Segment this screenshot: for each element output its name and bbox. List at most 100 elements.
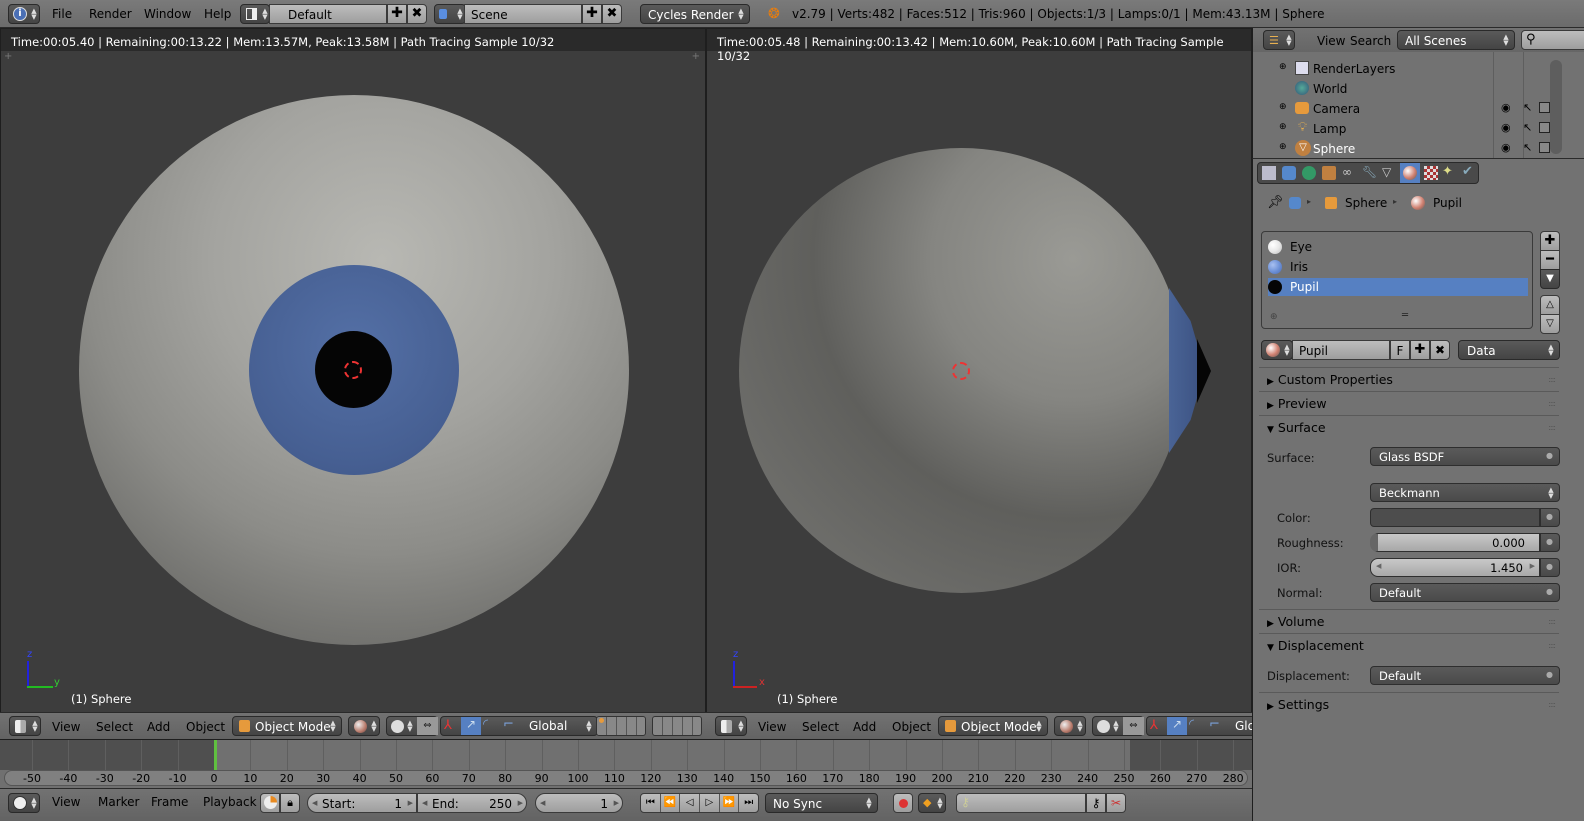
display-mode-select[interactable]: All Scenes ▲ ▼ [1397,30,1515,50]
unlink-material-button[interactable]: ✖ [1430,340,1450,360]
shading-select[interactable]: ▲ ▼ [1054,716,1086,736]
drag-grip-icon[interactable]: :::: [1548,423,1556,432]
jump-keyframe-back-button[interactable]: ⏪ [661,794,681,812]
drag-grip-icon[interactable]: :::: [1548,617,1556,626]
new-material-button[interactable]: ✚ [1410,340,1430,360]
scene-add-button[interactable]: ✚ [582,4,602,24]
translate-manipulator-icon[interactable]: ↗ [1167,717,1187,735]
drag-grip-icon[interactable]: :::: [1548,641,1556,650]
manipulator-toggle-icon[interactable]: ⇔ [417,717,438,735]
outliner-item-sphere[interactable]: ⊕ ▽ Sphere ◉ ↖ [1253,139,1550,159]
menu-window[interactable]: Window [144,7,191,21]
frame-cursor[interactable] [214,740,217,770]
color-socket-button[interactable]: ● [1540,508,1560,527]
mode-select[interactable]: Object Mode ▲ ▼ [938,716,1048,736]
outliner-item-world[interactable]: World [1253,79,1543,99]
material-slot-pupil[interactable]: Pupil [1268,278,1528,296]
pin-icon[interactable]: 📌︎ [1267,195,1284,210]
orientation-label[interactable]: Glo [1235,719,1252,733]
keying-mode-select[interactable]: ◆ ▲ ▼ [918,793,946,813]
menu-render[interactable]: Render [89,7,132,21]
manipulator-toggle-icon[interactable]: ⇔ [1123,717,1144,735]
orientation-label[interactable]: Global [529,719,567,733]
layout-browse-button[interactable]: ▲ ▼ [240,4,270,24]
fake-user-button[interactable]: F [1390,340,1410,360]
roughness-slider[interactable]: 0.000 [1370,533,1540,552]
menu-view[interactable]: View [52,795,80,809]
cursor-select-icon[interactable]: ↖ [1523,101,1532,114]
tab-particles[interactable]: ✦ [1442,164,1453,179]
outliner-search-input[interactable]: ⚲ [1521,30,1584,50]
rotate-manipulator-icon[interactable]: ◜ [483,717,488,732]
preview-range-toggle[interactable] [260,793,280,813]
menu-add[interactable]: Add [147,720,170,734]
layers-grid-1[interactable] [596,716,646,736]
manipulator-axes-icon[interactable]: ⅄ [1150,718,1158,733]
cursor-select-icon[interactable]: ↖ [1523,141,1532,154]
timeline[interactable]: -50 -40 -30 -20 -10 0 10 20 30 40 50 60 70 80 90 100 110… [0,740,1252,790]
scene-browse-button[interactable]: ▲ ▼ [434,4,466,24]
delete-keyframe-button[interactable]: ✂ [1106,793,1126,813]
render-icon[interactable] [1539,142,1550,153]
editor-type-button[interactable]: ▲ ▼ [715,716,747,736]
roughness-socket-button[interactable]: ● [1540,533,1560,552]
scale-manipulator-icon[interactable]: ⌐ [503,717,514,732]
outliner-item-camera[interactable]: ⊕ Camera ◉ ↖ [1253,99,1550,119]
tab-render-layers[interactable] [1262,166,1276,180]
material-browse-button[interactable]: ▲ ▼ [1261,340,1293,360]
translate-manipulator-icon[interactable]: ↗ [461,717,481,735]
menu-object[interactable]: Object [892,720,931,734]
tab-scene[interactable] [1282,166,1296,180]
menu-frame[interactable]: Frame [151,795,188,809]
material-link-select[interactable]: Data ▲ ▼ [1458,340,1560,360]
viewport-right[interactable]: Time:00:05.48 | Remaining:00:13.42 | Mem… [706,28,1252,740]
render-icon[interactable] [1539,102,1550,113]
outliner-item-renderlayers[interactable]: ⊕ RenderLayers [1253,59,1543,79]
mode-select[interactable]: Object Mode ▲ ▼ [232,716,342,736]
menu-object[interactable]: Object [186,720,225,734]
panel-settings[interactable]: ▶ Settings :::: [1259,692,1559,714]
list-resize-handle[interactable]: ═ [1402,310,1408,321]
panel-surface[interactable]: ▼ Surface :::: [1259,415,1559,437]
eye-icon[interactable]: ◉ [1501,101,1511,114]
scale-manipulator-icon[interactable]: ⌐ [1209,717,1220,732]
render-engine-select[interactable]: Cycles Render ▲ ▼ [640,4,750,24]
outliner-scrollbar[interactable] [1550,60,1562,154]
current-frame-field[interactable]: ◀ 1 ▶ [535,793,623,813]
drag-grip-icon[interactable]: :::: [1548,399,1556,408]
menu-playback[interactable]: Playback [203,795,257,809]
panel-volume[interactable]: ▶ Volume :::: [1259,609,1559,631]
layout-add-button[interactable]: ✚ [387,4,407,24]
scene-name-field[interactable]: Scene [464,4,582,24]
layout-remove-button[interactable]: ✖ [407,4,427,24]
tab-modifiers[interactable]: 🔧︎ [1362,165,1377,179]
start-frame-field[interactable]: ◀ Start: 1 ▶ [307,793,417,813]
menu-view[interactable]: View [758,720,786,734]
jump-end-button[interactable]: ⏭ [739,794,758,812]
keying-set-field[interactable]: ⚷ [956,793,1086,813]
drag-grip-icon[interactable]: :::: [1548,700,1556,709]
material-slot-iris[interactable]: Iris [1268,258,1528,276]
remove-slot-button[interactable]: ━ [1540,250,1560,270]
lock-range-toggle[interactable]: 🔒︎ [280,793,300,813]
auto-keying-toggle[interactable] [893,793,913,813]
color-swatch-field[interactable] [1370,508,1540,527]
render-icon[interactable] [1539,122,1550,133]
menu-view[interactable]: View [52,720,80,734]
panel-preview[interactable]: ▶ Preview :::: [1259,391,1559,413]
jump-start-button[interactable]: ⏮ [641,794,661,812]
eye-icon[interactable]: ◉ [1501,121,1511,134]
move-slot-down-button[interactable]: ▽ [1540,314,1560,334]
end-frame-field[interactable]: ◀ End: 250 ▶ [417,793,527,813]
play-button[interactable]: ▷ [700,794,720,812]
editor-type-button[interactable]: ▲ ▼ [8,793,40,813]
slot-specials-button[interactable]: ▼ [1540,269,1560,289]
menu-add[interactable]: Add [853,720,876,734]
editor-type-button[interactable]: i ▲ ▼ [8,4,40,24]
menu-select[interactable]: Select [802,720,839,734]
shading-select[interactable]: ▲ ▼ [348,716,380,736]
surface-shader-select[interactable]: Glass BSDF ● [1370,447,1560,466]
material-slot-eye[interactable]: Eye [1268,238,1528,256]
pivot-select[interactable]: ▲ ▼ ⇔ [386,716,438,736]
tab-material[interactable] [1400,163,1420,183]
